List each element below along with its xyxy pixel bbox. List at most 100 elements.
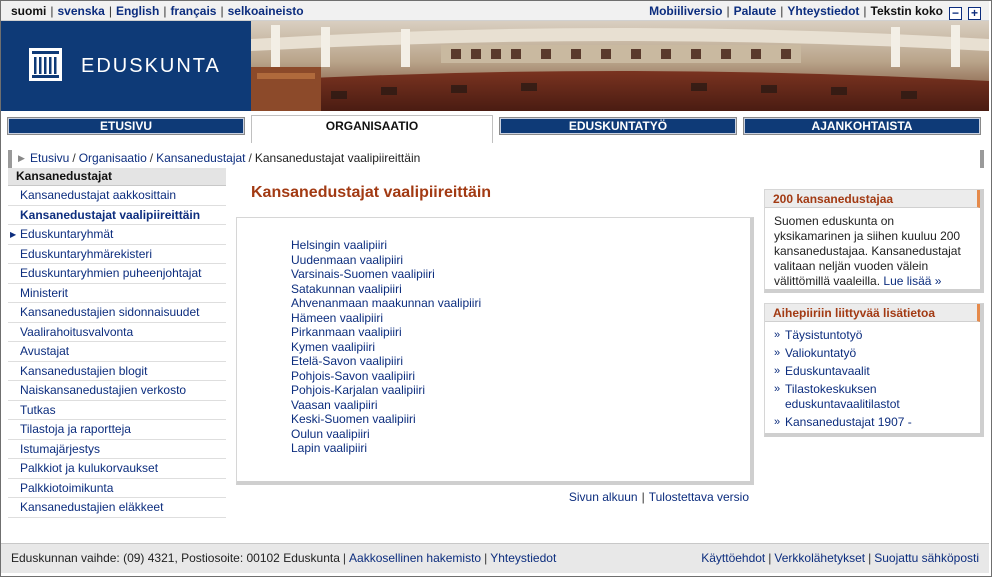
list-item: Pohjois-Savon vaalipiiri [291,369,481,384]
sidebar-item-blogit[interactable]: Kansanedustajien blogit [8,362,226,381]
district-link-lappi[interactable]: Lapin vaalipiiri [291,441,367,455]
parliament-building-icon [29,48,62,81]
district-link-pohjois-savo[interactable]: Pohjois-Savon vaalipiiri [291,369,415,383]
district-link-varsinais-suomi[interactable]: Varsinais-Suomen vaalipiiri [291,267,435,281]
footer-secure-mail-link[interactable]: Suojattu sähköposti [874,551,979,565]
list-item: Keski-Suomen vaalipiiri [291,412,481,427]
tab-ajankohtaista[interactable]: AJANKOHTAISTA [743,117,981,135]
sidebar-item-avustajat[interactable]: Avustajat [8,342,226,362]
sidebar-item-istumajarjestys[interactable]: Istumajärjestys [8,440,226,459]
page-top-link[interactable]: Sivun alkuun [569,490,638,504]
top-bar: suomi | svenska | English | français | selkoaine… [1,1,989,21]
breadcrumb: ▶ Etusivu / Organisaatio / Kansanedustajat / K… [8,150,984,168]
page-title: Kansanedustajat vaalipiireittäin [251,184,492,201]
site-banner: EDUSKUNTA [1,21,989,111]
text-size-decrease-button[interactable]: − [949,7,962,20]
breadcrumb-organisaatio[interactable]: Organisaatio [79,151,147,165]
read-more-link[interactable]: Lue lisää » [883,274,941,288]
tab-eduskuntatyo[interactable]: EDUSKUNTATYÖ [499,117,737,135]
utility-links: Mobiiliversio | Palaute | Yhteystiedot | Tekst… [649,4,981,20]
sidebar-item-naisverkosto[interactable]: Naiskansanedustajien verkosto [8,381,226,401]
breadcrumb-arrow-icon: ▶ [18,153,25,163]
sidebar-item-aakkosittain[interactable]: Kansanedustajat aakkosittain [8,186,226,206]
district-link-helsinki[interactable]: Helsingin vaalipiiri [291,238,387,252]
footer-index-link[interactable]: Aakkosellinen hakemisto [349,551,481,565]
district-link-uusimaa[interactable]: Uudenmaan vaalipiiri [291,253,403,267]
sidebar-item-puheenjohtajat[interactable]: Eduskuntaryhmien puheenjohtajat [8,264,226,284]
related-link-tilastokeskus[interactable]: Tilastokeskuksen eduskuntavaalitilastot [785,382,900,411]
site-name: EDUSKUNTA [81,55,221,77]
language-links: suomi | svenska | English | français | selkoaine… [11,4,304,18]
district-link-pirkanmaa[interactable]: Pirkanmaan vaalipiiri [291,325,402,339]
footer-terms-link[interactable]: Käyttöehdot [701,551,765,565]
related-links-heading: Aihepiiriin liittyvää lisätietoa [765,304,980,322]
sidebar-item-ryhmarekisteri[interactable]: Eduskuntaryhmärekisteri [8,245,226,264]
list-item: » Eduskuntavaalit [774,364,974,379]
print-version-link[interactable]: Tulostettava versio [649,490,749,504]
text-size-label: Tekstin koko [870,4,943,18]
logo-link[interactable]: EDUSKUNTA [1,21,251,111]
expand-marker-icon: ▶ [10,230,17,239]
plenary-hall-photo [251,21,989,111]
mobile-version-link[interactable]: Mobiiliversio [649,4,722,18]
district-link-keski-suomi[interactable]: Keski-Suomen vaalipiiri [291,412,416,426]
sidebar-item-vaalirahoitus[interactable]: Vaalirahoitusvalvonta [8,323,226,342]
related-link-valiokunta[interactable]: Valiokuntatyö [785,346,856,360]
district-link-etela-savo[interactable]: Etelä-Savon vaalipiiri [291,354,403,368]
sidebar-item-palkkiotoimikunta[interactable]: Palkkiotoimikunta [8,479,226,498]
footer-webcasts-link[interactable]: Verkkolähetykset [774,551,865,565]
sidebar-item-sidonnaisuudet[interactable]: Kansanedustajien sidonnaisuudet [8,303,226,323]
bullet-icon: » [774,329,781,341]
related-link-eduskuntavaalit[interactable]: Eduskuntavaalit [785,364,870,378]
breadcrumb-etusivu[interactable]: Etusivu [30,151,69,165]
district-link-pohjois-karjala[interactable]: Pohjois-Karjalan vaalipiiri [291,383,425,397]
bullet-icon: » [774,365,781,377]
sidebar-item-eduskuntaryhmat[interactable]: ▶ Eduskuntaryhmät [8,225,226,245]
sidebar-item-palkkiot[interactable]: Palkkiot ja kulukorvaukset [8,459,226,479]
sidebar-item-tilastoja[interactable]: Tilastoja ja raportteja [8,420,226,440]
list-item: Vaasan vaalipiiri [291,398,481,413]
related-link-taysistunto[interactable]: Täysistuntotyö [785,328,862,342]
lang-svenska[interactable]: svenska [57,4,104,18]
bullet-icon: » [774,416,781,428]
list-item: Helsingin vaalipiiri [291,238,481,253]
breadcrumb-kansanedustajat[interactable]: Kansanedustajat [156,151,245,165]
district-link-ahvenanmaa[interactable]: Ahvenanmaan maakunnan vaalipiiri [291,296,481,310]
related-link-1907[interactable]: Kansanedustajat 1907 - [785,415,912,429]
lang-suomi[interactable]: suomi [11,4,46,18]
text-size-increase-button[interactable]: + [968,7,981,20]
info-box: 200 kansanedustajaa Suomen eduskunta on … [764,189,984,293]
list-item: » Tilastokeskuksen eduskuntavaalitilastot [774,382,974,412]
sidebar: Kansanedustajat Kansanedustajat aakkosit… [8,168,226,518]
sidebar-item-vaalipiireittain[interactable]: Kansanedustajat vaalipiireittäin [8,206,226,225]
lang-francais[interactable]: français [170,4,216,18]
related-links-box: Aihepiiriin liittyvää lisätietoa » Täysis… [764,303,984,437]
sidebar-item-elakkeet[interactable]: Kansanedustajien eläkkeet [8,498,226,518]
list-item: » Täysistuntotyö [774,328,974,343]
list-item: » Valiokuntatyö [774,346,974,361]
list-item: Lapin vaalipiiri [291,441,481,456]
site-footer: Eduskunnan vaihde: (09) 4321, Postiosoit… [1,543,989,573]
district-link-hame[interactable]: Hämeen vaalipiiri [291,311,383,325]
lang-english[interactable]: English [116,4,159,18]
contact-link[interactable]: Yhteystiedot [787,4,859,18]
list-item: Pohjois-Karjalan vaalipiiri [291,383,481,398]
lang-selkoaineisto[interactable]: selkoaineisto [228,4,304,18]
sidebar-item-ministerit[interactable]: Ministerit [8,284,226,303]
footer-contact-link[interactable]: Yhteystiedot [490,551,556,565]
feedback-link[interactable]: Palaute [734,4,777,18]
breadcrumb-current: Kansanedustajat vaalipiireittäin [254,151,421,165]
list-item: Ahvenanmaan maakunnan vaalipiiri [291,296,481,311]
tab-organisaatio[interactable]: ORGANISAATIO [251,115,493,143]
sidebar-item-tutkas[interactable]: Tutkas [8,401,226,420]
list-item: Varsinais-Suomen vaalipiiri [291,267,481,282]
list-item: Etelä-Savon vaalipiiri [291,354,481,369]
district-list: Helsingin vaalipiiri Uudenmaan vaalipiir… [291,238,481,456]
district-link-satakunta[interactable]: Satakunnan vaalipiiri [291,282,402,296]
district-link-vaasa[interactable]: Vaasan vaalipiiri [291,398,378,412]
district-link-oulu[interactable]: Oulun vaalipiiri [291,427,370,441]
tab-etusivu[interactable]: ETUSIVU [7,117,245,135]
district-link-kymi[interactable]: Kymen vaalipiiri [291,340,375,354]
list-item: Satakunnan vaalipiiri [291,282,481,297]
list-item: Kymen vaalipiiri [291,340,481,355]
